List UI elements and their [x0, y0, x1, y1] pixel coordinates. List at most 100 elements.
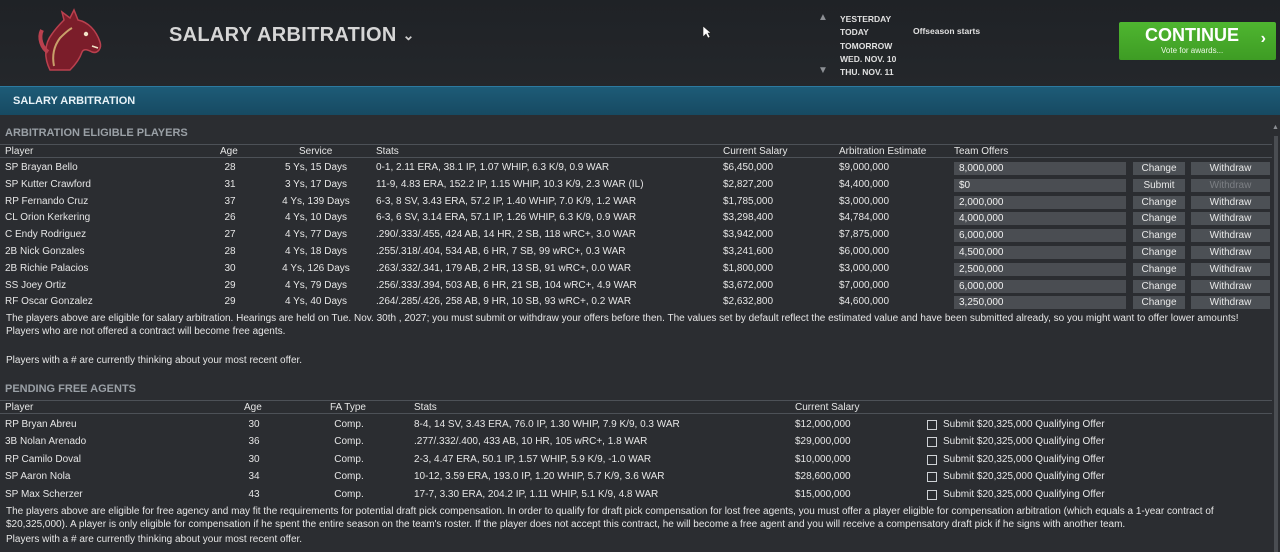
change-offer-button[interactable]: Change — [1133, 212, 1185, 226]
team-offer-field[interactable]: 6,000,000 — [954, 279, 1126, 293]
qualifying-offer-checkbox[interactable] — [927, 437, 937, 448]
withdraw-offer-button[interactable]: Withdraw — [1191, 296, 1270, 310]
withdraw-offer-button[interactable]: Withdraw — [1191, 229, 1270, 243]
arbitration-section-title: ARBITRATION ELIGIBLE PLAYERS — [5, 127, 188, 139]
qualifying-offer-checkbox[interactable] — [927, 454, 937, 465]
qualifying-offer-checkbox[interactable] — [927, 489, 937, 500]
withdraw-offer-button[interactable]: Withdraw — [1191, 262, 1270, 276]
date-item[interactable]: THU. NOV. 11 — [840, 66, 896, 79]
col-header[interactable]: Stats — [414, 402, 437, 413]
col-header[interactable]: Age — [220, 146, 238, 157]
player-name[interactable]: RP Bryan Abreu — [5, 419, 77, 430]
date-item[interactable]: TOMORROW — [840, 40, 896, 53]
current-salary: $15,000,000 — [795, 488, 851, 500]
player-name[interactable]: SP Max Scherzer — [5, 489, 83, 500]
player-name[interactable]: C Endy Rodriguez — [5, 229, 86, 240]
arbitration-row[interactable]: 2B Nick Gonzales 28 4 Ys, 18 Days .255/.318… — [0, 244, 1272, 261]
arbitration-row[interactable]: C Endy Rodriguez 27 4 Ys, 77 Days .290/.333… — [0, 227, 1272, 244]
date-item[interactable]: YESTERDAY — [840, 13, 896, 26]
player-stats: .256/.333/.394, 503 AB, 6 HR, 21 SB, 104… — [376, 279, 637, 291]
date-item[interactable]: TODAY — [840, 26, 896, 39]
col-header[interactable]: Arbitration Estimate — [839, 146, 926, 157]
team-offer-field[interactable]: $0 — [954, 178, 1126, 192]
team-offer-field[interactable]: 3,250,000 — [954, 296, 1126, 310]
change-offer-button[interactable]: Change — [1133, 195, 1185, 209]
player-name[interactable]: SP Brayan Bello — [5, 162, 78, 173]
withdraw-offer-button[interactable]: Withdraw — [1191, 212, 1270, 226]
col-header[interactable]: Player — [5, 402, 33, 413]
qualifying-offer-checkbox[interactable] — [927, 420, 937, 430]
qualifying-offer-label[interactable]: Submit $20,325,000 Qualifying Offer — [943, 419, 1105, 430]
free-agent-row[interactable]: 3B Nolan Arenado 36 Comp. .277/.332/.400, 4… — [0, 434, 1272, 451]
arbitration-row[interactable]: 2B Richie Palacios 30 4 Ys, 126 Days .263/.… — [0, 261, 1272, 278]
arbitration-row[interactable]: CL Orion Kerkering 26 4 Ys, 10 Days 6-3, 6 … — [0, 210, 1272, 227]
withdraw-offer-button[interactable]: Withdraw — [1191, 162, 1270, 175]
arbitration-row[interactable]: SP Kutter Crawford 31 3 Ys, 17 Days 11-9, 4… — [0, 177, 1272, 194]
team-logo-icon[interactable] — [30, 8, 108, 80]
player-name[interactable]: SP Kutter Crawford — [5, 179, 91, 190]
team-offer-field[interactable]: 8,000,000 — [954, 162, 1126, 175]
player-name[interactable]: 2B Nick Gonzales — [5, 246, 84, 257]
change-offer-button[interactable]: Change — [1133, 229, 1185, 243]
calendar-event: Offseason starts — [913, 26, 981, 36]
change-offer-button[interactable]: Change — [1133, 296, 1185, 310]
scrollbar-thumb[interactable] — [1274, 136, 1278, 552]
withdraw-offer-button[interactable]: Withdraw — [1191, 279, 1270, 293]
service-time: 4 Ys, 139 Days — [282, 195, 350, 207]
change-offer-button[interactable]: Change — [1133, 246, 1185, 259]
date-item[interactable]: WED. NOV. 10 — [840, 53, 896, 66]
team-offer-field[interactable]: 2,500,000 — [954, 262, 1126, 276]
free-agent-row[interactable]: RP Camilo Doval 30 Comp. 2-3, 4.47 ERA, 50.… — [0, 452, 1272, 469]
vertical-scrollbar[interactable]: ▲ — [1272, 124, 1280, 552]
free-agent-row[interactable]: RP Bryan Abreu 30 Comp. 8-4, 14 SV, 3.43 ER… — [0, 417, 1272, 434]
chevron-down-icon[interactable]: ▼ — [818, 65, 828, 76]
col-header[interactable]: Service — [299, 146, 332, 157]
player-name[interactable]: RF Oscar Gonzalez — [5, 296, 93, 307]
date-list: YESTERDAY TODAY TOMORROW WED. NOV. 10 TH… — [840, 13, 896, 79]
team-offer-field[interactable]: 4,500,000 — [954, 246, 1126, 259]
col-header[interactable]: Age — [244, 402, 262, 413]
qualifying-offer-label[interactable]: Submit $20,325,000 Qualifying Offer — [943, 489, 1105, 500]
col-header[interactable]: Stats — [376, 146, 399, 157]
change-offer-button[interactable]: Change — [1133, 279, 1185, 293]
continue-button[interactable]: CONTINUE Vote for awards... › — [1119, 22, 1276, 60]
player-name[interactable]: RP Camilo Doval — [5, 454, 81, 465]
change-offer-button[interactable]: Change — [1133, 262, 1185, 276]
withdraw-offer-button[interactable]: Withdraw — [1191, 178, 1270, 192]
player-name[interactable]: RP Fernando Cruz — [5, 196, 88, 207]
withdraw-offer-button[interactable]: Withdraw — [1191, 246, 1270, 259]
withdraw-offer-button[interactable]: Withdraw — [1191, 195, 1270, 209]
player-name[interactable]: SP Aaron Nola — [5, 471, 70, 482]
qualifying-offer-checkbox[interactable] — [927, 472, 937, 483]
player-name[interactable]: 3B Nolan Arenado — [5, 436, 86, 447]
chevron-down-icon[interactable]: ⌄ — [403, 27, 415, 44]
scroll-up-icon[interactable]: ▲ — [1272, 124, 1279, 131]
player-name[interactable]: CL Orion Kerkering — [5, 212, 90, 223]
qualifying-offer-label[interactable]: Submit $20,325,000 Qualifying Offer — [943, 471, 1105, 482]
free-agent-row[interactable]: SP Max Scherzer 43 Comp. 17-7, 3.30 ERA, 20… — [0, 487, 1272, 504]
team-offer-field[interactable]: 4,000,000 — [954, 212, 1126, 226]
team-offer-field[interactable]: 6,000,000 — [954, 229, 1126, 243]
change-offer-button[interactable]: Submit — [1133, 178, 1185, 192]
arbitration-note-2: Players with a # are currently thinking … — [6, 355, 303, 366]
player-name[interactable]: SS Joey Ortiz — [5, 280, 66, 291]
free-agent-row[interactable]: SP Aaron Nola 34 Comp. 10-12, 3.59 ERA, 193… — [0, 469, 1272, 486]
fa-type: Comp. — [334, 419, 364, 430]
col-header[interactable]: Player — [5, 146, 33, 157]
qualifying-offer-label[interactable]: Submit $20,325,000 Qualifying Offer — [943, 454, 1105, 465]
page-title[interactable]: SALARY ARBITRATION ⌄ — [169, 24, 415, 47]
chevron-up-icon[interactable]: ▲ — [818, 12, 828, 23]
player-name[interactable]: 2B Richie Palacios — [5, 263, 88, 274]
change-offer-button[interactable]: Change — [1133, 162, 1185, 175]
col-header[interactable]: Team Offers — [954, 146, 1008, 157]
col-header[interactable]: Current Salary — [795, 402, 859, 413]
arbitration-row[interactable]: SS Joey Ortiz 29 4 Ys, 79 Days .256/.333/.3… — [0, 278, 1272, 295]
arbitration-row[interactable]: RP Fernando Cruz 37 4 Ys, 139 Days 6-3, 8 S… — [0, 194, 1272, 211]
arbitration-row[interactable]: SP Brayan Bello 28 5 Ys, 15 Days 0-1, 2.11 … — [0, 160, 1272, 177]
col-header[interactable]: Current Salary — [723, 146, 787, 157]
arbitration-row[interactable]: RF Oscar Gonzalez 29 4 Ys, 40 Days .264/.28… — [0, 294, 1272, 311]
qualifying-offer-label[interactable]: Submit $20,325,000 Qualifying Offer — [943, 436, 1105, 447]
service-time: 3 Ys, 17 Days — [284, 178, 348, 190]
team-offer-field[interactable]: 2,000,000 — [954, 195, 1126, 209]
col-header[interactable]: FA Type — [330, 402, 366, 413]
